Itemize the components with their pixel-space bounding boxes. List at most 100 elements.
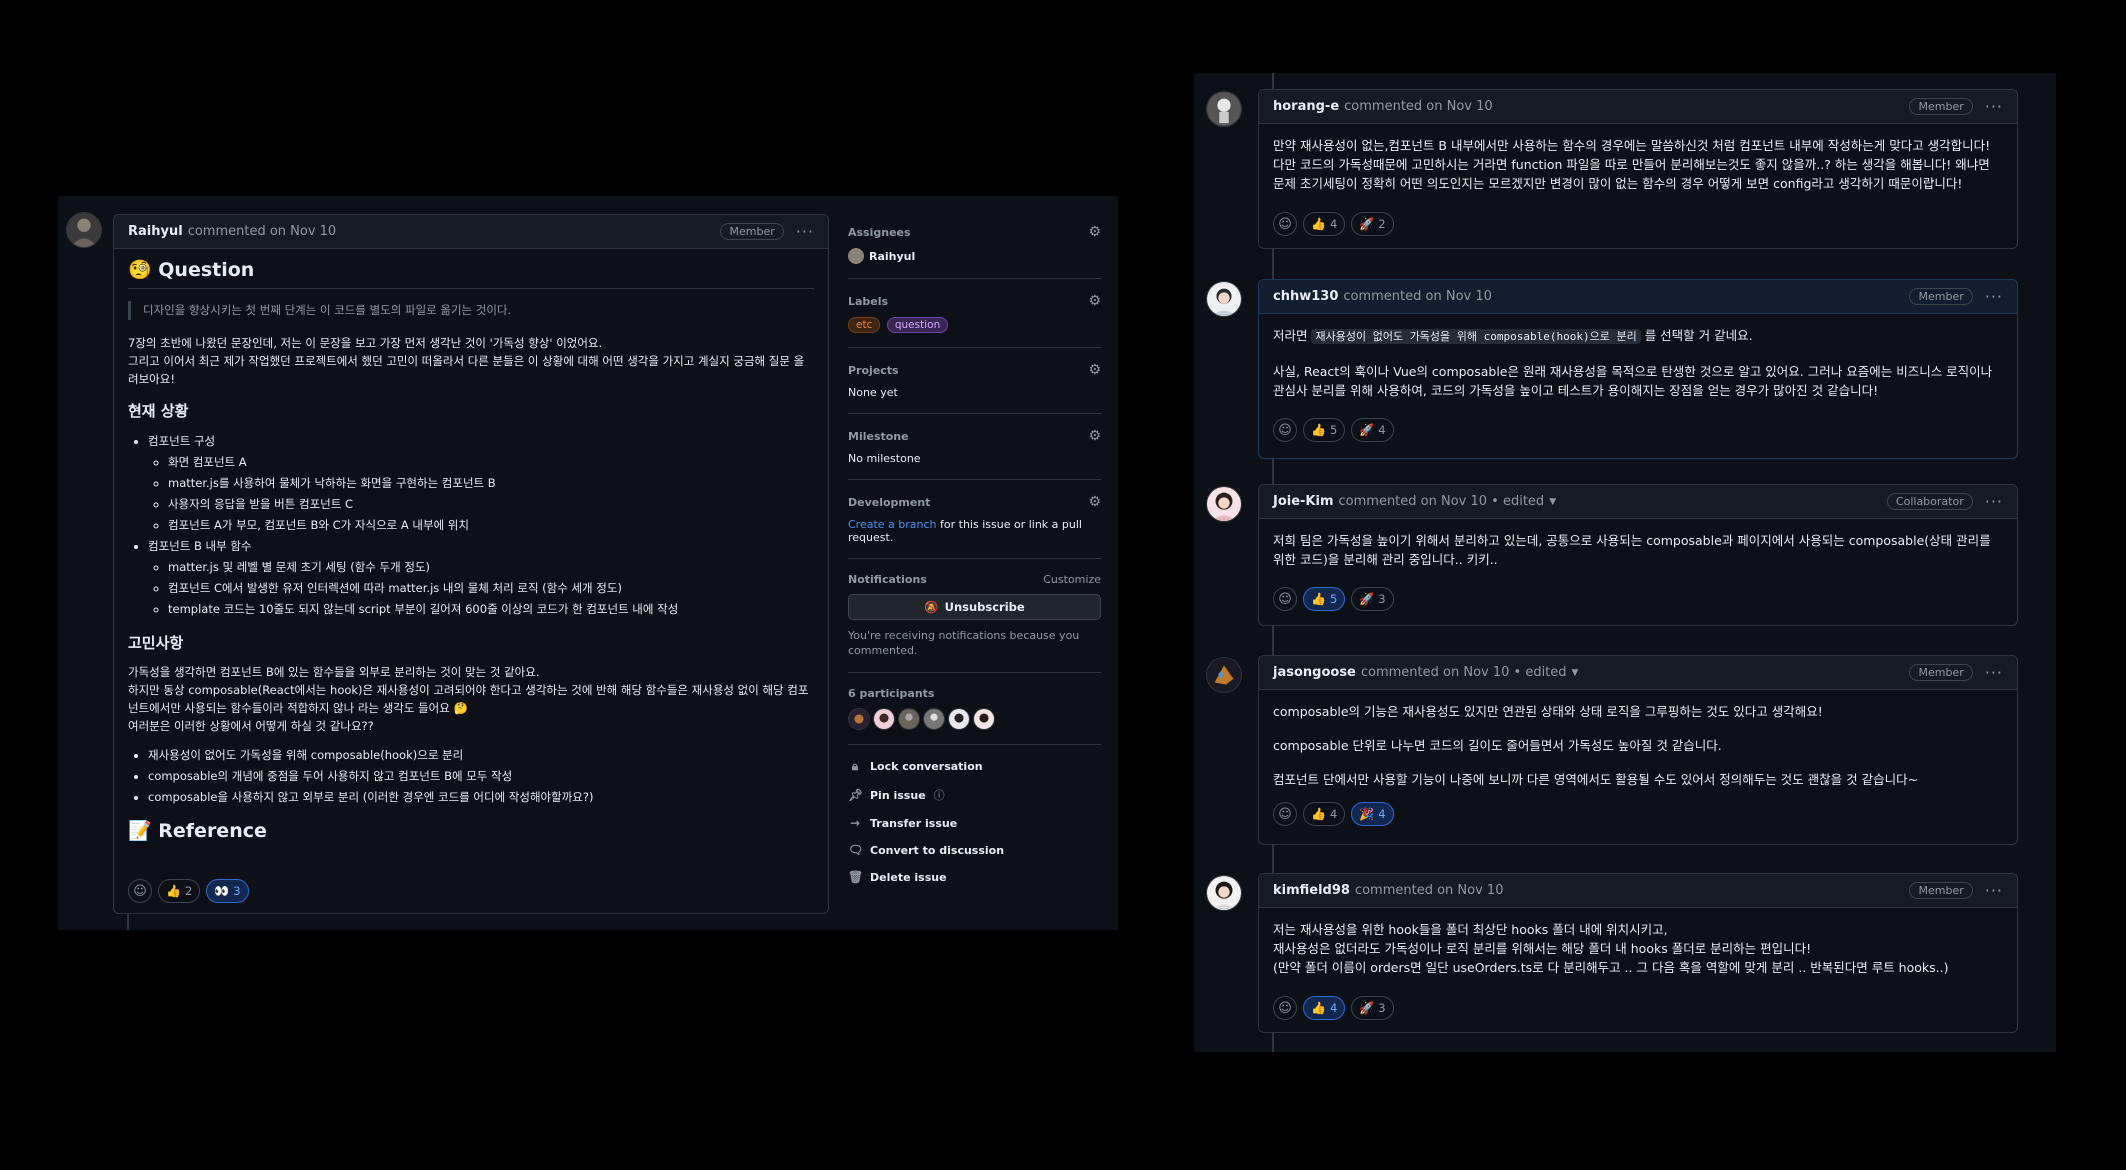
- comment-header: chhw130 commented on Nov 10 Member ···: [1259, 280, 2017, 314]
- pin-issue-button[interactable]: 📌︎ Pin issue ⓘ: [848, 787, 1101, 803]
- avatar: [848, 248, 864, 264]
- reaction-rocket[interactable]: 🚀 4: [1351, 418, 1394, 442]
- kebab-menu-icon[interactable]: ···: [1985, 288, 2003, 305]
- reaction-thumbs-up[interactable]: 👍 4: [1303, 212, 1346, 236]
- reaction-thumbs-up[interactable]: 👍 2: [158, 879, 201, 903]
- reaction-thumbs-up[interactable]: 👍 4: [1303, 802, 1346, 826]
- concern-line-1: 가독성을 생각하면 컴포넌트 B에 있는 함수들을 외부로 분리하는 것이 맞는…: [128, 665, 540, 679]
- reaction-hooray[interactable]: 🎉 4: [1351, 802, 1394, 826]
- convert-to-discussion-button[interactable]: 🗨︎ Convert to discussion: [848, 843, 1101, 857]
- list-item: 컴포넌트 A가 부모, 컴포넌트 B와 C가 자식으로 A 내부에 위치: [168, 515, 814, 536]
- avatar-jasongoose[interactable]: [1206, 657, 1242, 693]
- reactions-bar: ☺ 👍 4 🚀 2: [1273, 212, 1394, 236]
- avatar-horang-e[interactable]: [1206, 91, 1242, 127]
- kebab-menu-icon[interactable]: ···: [1985, 493, 2003, 510]
- situation-heading: 현재 상황: [128, 402, 189, 420]
- comment-header: kimfield98 commented on Nov 10 Member ··…: [1259, 874, 2017, 908]
- participant-avatar[interactable]: [973, 708, 995, 730]
- participant-avatar[interactable]: [848, 708, 870, 730]
- kebab-menu-icon[interactable]: ···: [1985, 98, 2003, 115]
- unsubscribe-button[interactable]: 🔕 Unsubscribe: [848, 594, 1101, 620]
- reaction-rocket[interactable]: 🚀 3: [1351, 996, 1394, 1020]
- comment-author[interactable]: Joie-Kim: [1273, 494, 1334, 509]
- participant-avatar[interactable]: [948, 708, 970, 730]
- customize-link[interactable]: Customize: [1043, 573, 1101, 586]
- participants-section: 6 participants: [848, 687, 1101, 745]
- role-badge: Collaborator: [1886, 493, 1973, 510]
- add-reaction-icon[interactable]: ☺: [128, 879, 152, 903]
- reaction-thumbs-up[interactable]: 👍 5: [1303, 418, 1346, 442]
- participant-avatar[interactable]: [873, 708, 895, 730]
- add-reaction-icon[interactable]: ☺: [1273, 587, 1297, 611]
- label-question[interactable]: question: [886, 317, 949, 333]
- comment-author[interactable]: jasongoose: [1273, 665, 1356, 680]
- options-list: 재사용성이 없어도 가독성을 위해 composable(hook)으로 분리 …: [148, 745, 814, 808]
- list-item: matter.js를 사용하여 물체가 낙하하는 화면을 구현하는 컴포넌트 B: [168, 473, 814, 494]
- avatar-joie-kim[interactable]: [1206, 486, 1242, 522]
- comment-meta[interactable]: commented on Nov 10: [1344, 99, 1493, 114]
- milestone-value: No milestone: [848, 452, 921, 465]
- comment-author[interactable]: chhw130: [1273, 289, 1338, 304]
- comment-text: 저라면 재사용성이 없어도 가독성을 위해 composable(hook)으로…: [1273, 328, 1753, 344]
- pin-icon: 📌︎: [848, 788, 864, 802]
- role-badge: Member: [1909, 98, 1973, 115]
- kebab-menu-icon[interactable]: ···: [796, 223, 814, 240]
- list-item: composable을 사용하지 않고 외부로 분리 (이러한 경우엔 코드를 …: [148, 787, 814, 808]
- gear-icon[interactable]: ⚙: [1088, 362, 1101, 378]
- delete-issue-button[interactable]: 🗑︎ Delete issue: [848, 870, 1101, 884]
- reactions-bar: ☺ 👍 5 🚀 3: [1273, 587, 1394, 611]
- chevron-down-icon[interactable]: ▼: [1572, 668, 1579, 678]
- avatar-chhw130[interactable]: [1206, 281, 1242, 317]
- projects-section: Projects ⚙ None yet: [848, 362, 1101, 414]
- comment-header: horang-e commented on Nov 10 Member ···: [1259, 90, 2017, 124]
- comment-horang-e: horang-e commented on Nov 10 Member ··· …: [1258, 89, 2018, 249]
- reaction-thumbs-up[interactable]: 👍 5: [1303, 587, 1346, 611]
- gear-icon[interactable]: ⚙: [1088, 293, 1101, 309]
- situation-list: 컴포넌트 구성 화면 컴포넌트 A matter.js를 사용하여 물체가 낙하…: [148, 431, 814, 620]
- comment-meta[interactable]: commented on Nov 10: [1355, 883, 1504, 898]
- comment-meta[interactable]: commented on Nov 10 • edited: [1361, 665, 1567, 680]
- reaction-rocket[interactable]: 🚀 2: [1351, 212, 1394, 236]
- gear-icon[interactable]: ⚙: [1088, 224, 1101, 240]
- gear-icon[interactable]: ⚙: [1088, 428, 1101, 444]
- list-item: template 코드는 10줄도 되지 않는데 script 부분이 길어져 …: [168, 599, 814, 620]
- avatar-raihyul[interactable]: [66, 212, 102, 248]
- role-badge: Member: [1909, 882, 1973, 899]
- comment-author[interactable]: horang-e: [1273, 99, 1339, 114]
- avatar-kimfield98[interactable]: [1206, 875, 1242, 911]
- lock-conversation-button[interactable]: 🔒︎ Lock conversation: [848, 759, 1101, 774]
- participant-avatar[interactable]: [898, 708, 920, 730]
- comments-panel: horang-e commented on Nov 10 Member ··· …: [1194, 73, 2056, 1052]
- list-item: 화면 컴포넌트 A: [168, 452, 814, 473]
- comment-author[interactable]: kimfield98: [1273, 883, 1350, 898]
- reaction-thumbs-up[interactable]: 👍 4: [1303, 996, 1346, 1020]
- chevron-down-icon[interactable]: ▼: [1549, 497, 1556, 507]
- kebab-menu-icon[interactable]: ···: [1985, 882, 2003, 899]
- concern-heading: 고민사항: [128, 634, 184, 652]
- issue-actions: 🔒︎ Lock conversation 📌︎ Pin issue ⓘ → Transf…: [848, 759, 1101, 884]
- list-item: 사용자의 응답을 받을 버튼 컴포넌트 C: [168, 494, 814, 515]
- participant-avatar[interactable]: [923, 708, 945, 730]
- kebab-menu-icon[interactable]: ···: [1985, 664, 2003, 681]
- comment-author[interactable]: Raihyul: [128, 224, 183, 239]
- reaction-eyes[interactable]: 👀 3: [206, 879, 249, 903]
- add-reaction-icon[interactable]: ☺: [1273, 996, 1297, 1020]
- create-branch-link[interactable]: Create a branch: [848, 518, 937, 531]
- comment-body: composable의 기능은 재사용성도 있지만 연관된 상태와 상태 로직을…: [1259, 690, 2017, 801]
- info-icon[interactable]: ⓘ: [934, 787, 945, 803]
- gear-icon[interactable]: ⚙: [1088, 494, 1101, 510]
- notifications-note: You're receiving notifications because y…: [848, 629, 1080, 657]
- add-reaction-icon[interactable]: ☺: [1273, 802, 1297, 826]
- comment-meta[interactable]: commented on Nov 10: [188, 224, 337, 239]
- assignee[interactable]: Raihyul: [848, 248, 1101, 264]
- comment-meta[interactable]: commented on Nov 10: [1343, 289, 1492, 304]
- notifications-section: Notifications Customize 🔕 Unsubscribe You'…: [848, 573, 1101, 673]
- label-etc[interactable]: etc: [848, 317, 881, 333]
- comment-body: 저희 팀은 가독성을 높이기 위해서 분리하고 있는데, 공통으로 사용되는 c…: [1259, 519, 2017, 581]
- comment-meta[interactable]: commented on Nov 10 • edited: [1339, 494, 1545, 509]
- assignees-section: Assignees ⚙ Raihyul: [848, 224, 1101, 279]
- transfer-issue-button[interactable]: → Transfer issue: [848, 816, 1101, 830]
- reaction-rocket[interactable]: 🚀 3: [1351, 587, 1394, 611]
- add-reaction-icon[interactable]: ☺: [1273, 212, 1297, 236]
- add-reaction-icon[interactable]: ☺: [1273, 418, 1297, 442]
